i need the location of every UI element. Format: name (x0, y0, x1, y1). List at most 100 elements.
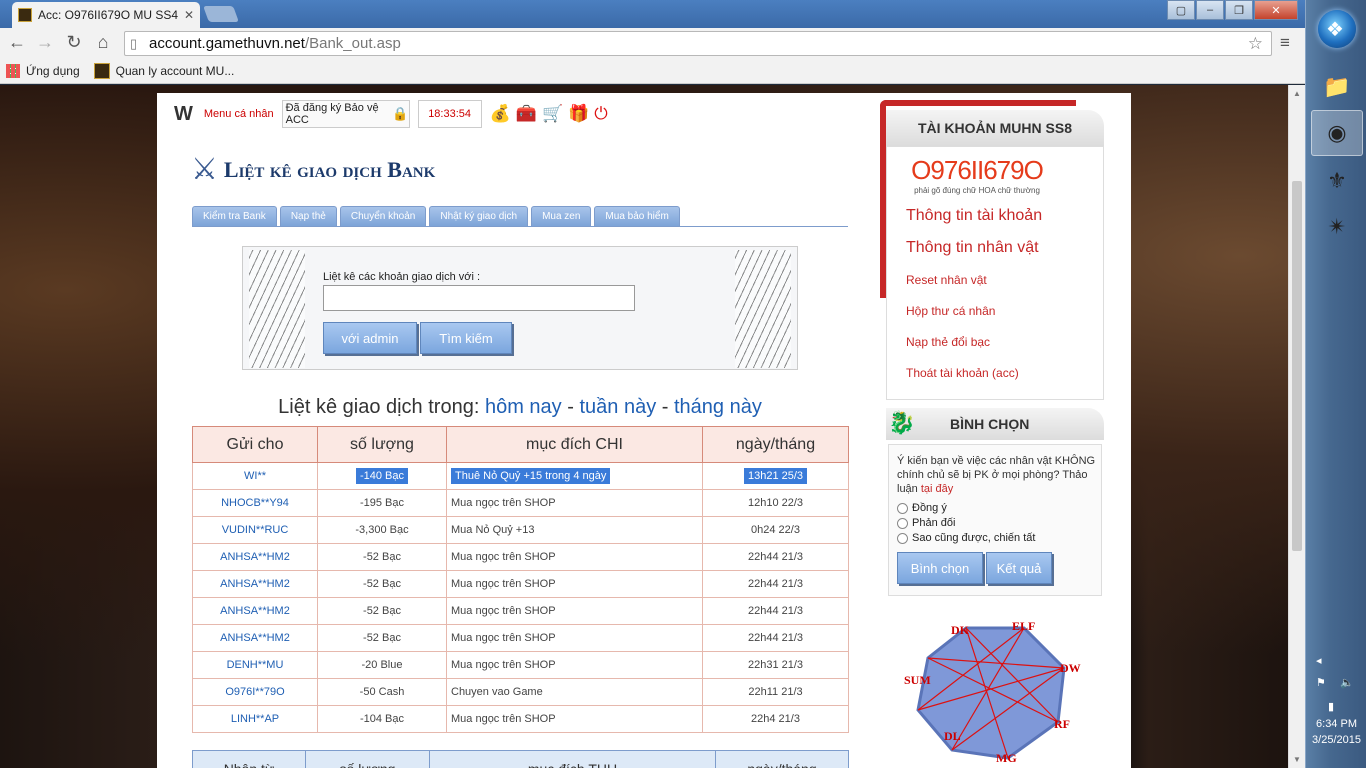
scroll-down-icon[interactable]: ▼ (1293, 755, 1301, 764)
recipient-link[interactable]: VUDIN**RUC (192, 516, 318, 544)
amount-cell-text: -52 Bạc (363, 551, 401, 563)
vote-results-button[interactable]: Kết quả (986, 552, 1052, 584)
filter-today-link[interactable]: hôm nay (485, 396, 562, 418)
search-button[interactable]: Tìm kiếm (420, 322, 512, 354)
clock[interactable]: 6:34 PM 3/25/2015 (1306, 716, 1366, 748)
power-icon[interactable]: ⏻ (594, 104, 607, 124)
recipient-link[interactable]: ANHSA**HM2 (192, 624, 318, 652)
amount-cell-text: -52 Bạc (363, 578, 401, 590)
filter-month-link[interactable]: tháng này (674, 396, 762, 418)
tab-transfer[interactable]: Chuyển khoản (339, 206, 427, 226)
gift-icon[interactable]: 🎁 (568, 104, 589, 124)
start-button[interactable]: ❖ (1318, 10, 1356, 48)
restore-button[interactable]: ❐ (1225, 0, 1253, 20)
reload-icon[interactable]: ↻ (63, 32, 85, 53)
link-inbox[interactable]: Hộp thư cá nhân (906, 304, 995, 318)
bookmark-apps[interactable]: Ứng dụng (6, 63, 80, 78)
game-taskbar-button[interactable]: ✴ (1311, 204, 1363, 250)
bookmark-mu-account[interactable]: Quan ly account MU... (93, 62, 235, 79)
amount-cell-text: -3,300 Bạc (355, 524, 409, 536)
money-bag-icon[interactable]: 💰 (490, 104, 511, 124)
treasure-chest-icon[interactable]: 🧰 (516, 104, 537, 124)
recipient-link[interactable]: ANHSA**HM2 (192, 570, 318, 598)
chrome-taskbar-button[interactable]: ◉ (1311, 110, 1363, 156)
radio-button[interactable] (897, 517, 908, 529)
separator: - (661, 396, 669, 418)
action-center-icon[interactable]: ⚑ (1316, 676, 1326, 689)
personal-menu-label[interactable]: Menu cá nhân (204, 108, 274, 120)
home-icon[interactable]: ⌂ (92, 32, 114, 53)
clock-time: 6:34 PM (1316, 718, 1357, 730)
recipient-link[interactable]: LINH**AP (192, 705, 318, 733)
scroll-up-icon[interactable]: ▲ (1293, 89, 1301, 98)
purpose-cell: Mua ngọc trên SHOP (446, 624, 703, 652)
vertical-scrollbar[interactable]: ▲ ▼ (1288, 85, 1305, 768)
volume-icon[interactable]: 🔈 (1340, 676, 1354, 689)
search-input[interactable] (323, 285, 635, 311)
purpose-cell-text: Mua ngọc trên SHOP (451, 578, 556, 590)
vote-option-whatever[interactable]: Sao cũng được, chiến tất (897, 532, 1035, 544)
new-tab-button[interactable] (203, 6, 239, 22)
mu-launcher-taskbar-button[interactable]: ⚜ (1311, 158, 1363, 204)
user-icon[interactable]: ▢ (1167, 0, 1195, 20)
purpose-cell-text: Thuê Nỏ Quỷ +15 trong 4 ngày (451, 468, 611, 484)
site-logo[interactable]: W (174, 103, 193, 126)
game-icon: ✴ (1327, 214, 1347, 239)
vote-option-agree[interactable]: Đồng ý (897, 502, 947, 514)
mu-icon: ⚜ (1327, 168, 1347, 193)
period-prefix: Liệt kê giao dịch trong: (278, 396, 480, 418)
recipient-link[interactable]: O976I**79O (192, 678, 318, 706)
radio-button[interactable] (897, 502, 908, 514)
col-date: ngày/tháng (702, 426, 849, 463)
purpose-cell: Mua Nỏ Quỷ +13 (446, 516, 703, 544)
recipient-link[interactable]: ANHSA**HM2 (192, 543, 318, 571)
vote-button[interactable]: Bình chọn (897, 552, 983, 584)
recipient-link[interactable]: DENH**MU (192, 651, 318, 679)
date-cell: 22h31 21/3 (702, 651, 849, 679)
link-reset-character[interactable]: Reset nhân vật (906, 273, 987, 287)
bookmark-star-icon[interactable]: ☆ (1248, 34, 1263, 54)
table-header-row: Gửi cho số lượng mục đích CHI ngày/tháng (192, 426, 849, 463)
purpose-cell: Mua ngọc trên SHOP (446, 705, 703, 733)
recipient-link[interactable]: ANHSA**HM2 (192, 597, 318, 625)
explorer-taskbar-button[interactable]: 📁 (1311, 64, 1363, 110)
option-label: Phản đối (912, 517, 956, 529)
radio-button[interactable] (897, 532, 908, 544)
cart-icon[interactable]: 🛒 (542, 104, 563, 124)
link-account-info[interactable]: Thông tin tài khoản (906, 207, 1042, 225)
tab-transaction-log[interactable]: Nhật ký giao dịch (429, 206, 529, 226)
recipient-link[interactable]: NHOCB**Y94 (192, 489, 318, 517)
tab-buy-insurance[interactable]: Mua bảo hiểm (594, 206, 680, 226)
vote-option-disagree[interactable]: Phản đối (897, 517, 955, 529)
amount-cell-text: -195 Bạc (359, 497, 405, 509)
scrollbar-thumb[interactable] (1292, 181, 1302, 551)
bookmark-label: Quan ly account MU... (115, 63, 235, 78)
separator: - (567, 396, 574, 418)
address-bar[interactable]: ▯ account.gamethuvn.net/Bank_out.asp ☆ (124, 31, 1272, 56)
discussion-link[interactable]: tại đây (921, 483, 953, 495)
link-character-info[interactable]: Thông tin nhân vật (906, 239, 1039, 257)
tab-buy-zen[interactable]: Mua zen (531, 206, 592, 226)
minimize-button[interactable]: ‒ (1196, 0, 1224, 20)
filter-week-link[interactable]: tuần này (579, 396, 656, 418)
link-card-exchange[interactable]: Nạp thẻ đổi bạc (906, 335, 990, 349)
with-admin-button[interactable]: với admin (323, 322, 417, 354)
tab-check-bank[interactable]: Kiểm tra Bank (192, 206, 277, 226)
close-window-button[interactable]: ✕ (1254, 0, 1298, 20)
network-icon[interactable]: ▮ (1328, 700, 1334, 713)
tab-close-icon[interactable]: ✕ (184, 8, 194, 22)
link-logout[interactable]: Thoát tài khoản (acc) (906, 366, 1019, 380)
back-icon[interactable]: ← (6, 32, 28, 53)
tab-top-up-card[interactable]: Nạp thẻ (279, 206, 337, 226)
date-cell-text: 0h24 22/3 (751, 524, 800, 536)
forward-icon[interactable]: → (34, 32, 56, 53)
tab-divider (192, 226, 848, 227)
recipient-link[interactable]: WI** (192, 462, 318, 490)
date-cell: 22h4 21/3 (702, 705, 849, 733)
warrior-sketch-left (249, 250, 305, 368)
amount-cell: -52 Bạc (317, 570, 447, 598)
show-hidden-icons-icon[interactable]: ◂ (1316, 654, 1322, 667)
browser-tab[interactable]: Acc: O976II679O MU SS4 ✕ (12, 2, 200, 28)
vote-question: Ý kiến bạn về việc các nhân vật KHÔNG ch… (897, 454, 1097, 496)
chrome-menu-icon[interactable]: ≡ (1280, 33, 1290, 53)
